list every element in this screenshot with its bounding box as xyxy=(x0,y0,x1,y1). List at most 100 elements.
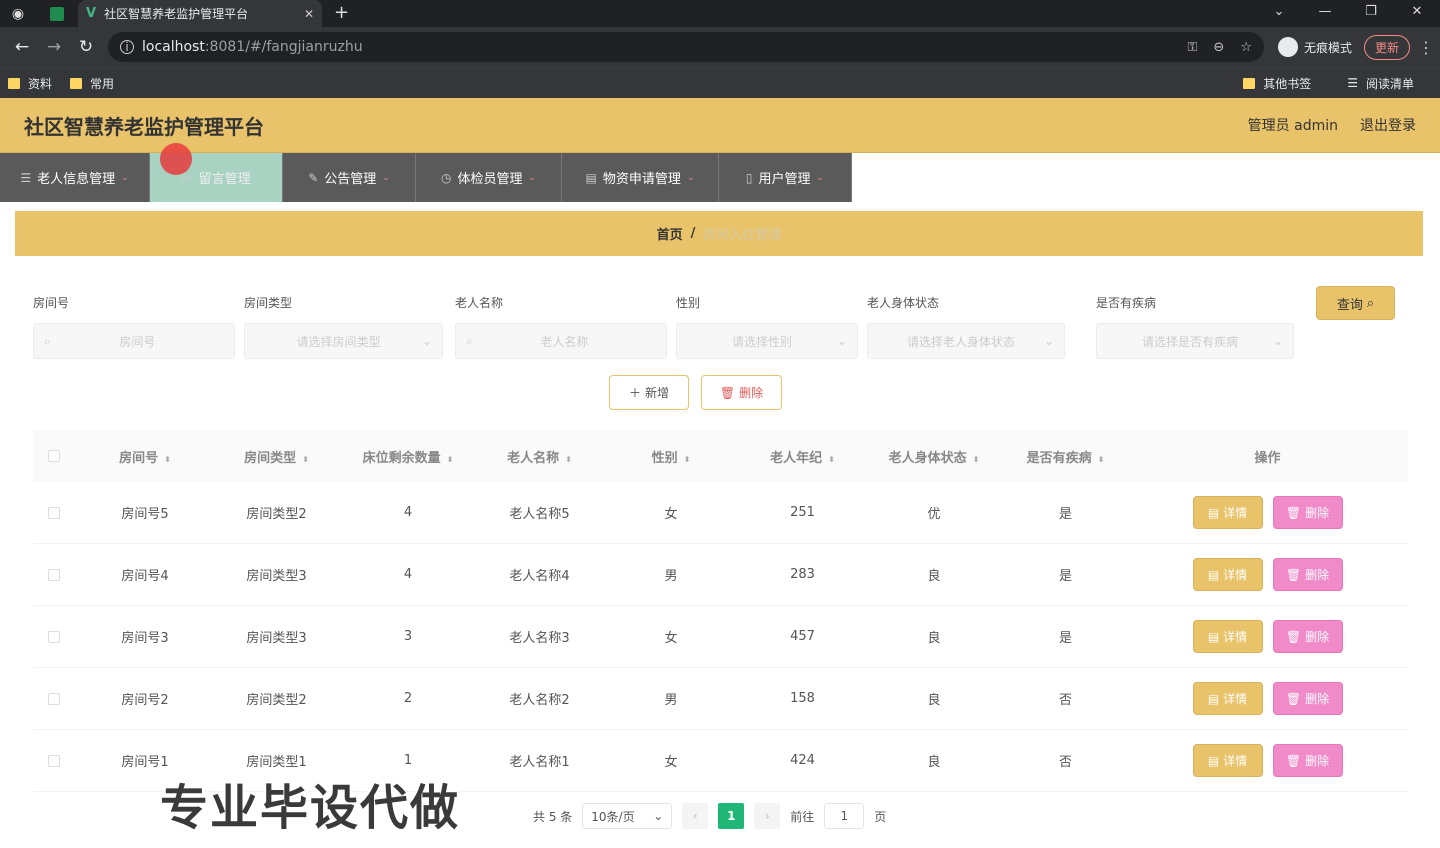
page-size-select[interactable]: 10条/页 ⌄ xyxy=(582,803,673,829)
globe-icon[interactable]: ◉ xyxy=(0,0,36,27)
detail-button[interactable]: ▤ 详情 xyxy=(1192,558,1263,591)
menu-announcements[interactable]: ✎ 公告管理 ⌄ xyxy=(283,153,416,202)
gender-filter: 性别 请选择性别 ⌄ xyxy=(676,294,858,359)
minimize-button[interactable]: — xyxy=(1302,0,1348,27)
row-delete-button[interactable]: 🗑 删除 xyxy=(1272,496,1343,529)
disease-select[interactable]: 请选择是否有疾病 ⌄ xyxy=(1096,323,1294,359)
bookmark-folder[interactable]: 资料 xyxy=(8,75,52,92)
info-icon[interactable]: i xyxy=(120,40,134,54)
header-cell[interactable]: 床位剩余数量 ⬍ xyxy=(338,447,478,466)
restore-button[interactable]: ❐ xyxy=(1348,0,1394,27)
breadcrumb-separator: / xyxy=(690,226,696,241)
row-delete-button[interactable]: 🗑 删除 xyxy=(1272,620,1343,653)
sort-icon[interactable]: ⬍ xyxy=(684,455,691,464)
header-cell[interactable]: 老人年纪 ⬍ xyxy=(741,447,864,466)
row-select-cell xyxy=(33,754,75,767)
menu-elderly-info[interactable]: ☰ 老人信息管理 ⌄ xyxy=(0,153,150,202)
room-type-select[interactable]: 请选择房间类型 ⌄ xyxy=(244,323,443,359)
detail-button[interactable]: ▤ 详情 xyxy=(1192,620,1263,653)
active-browser-tab[interactable]: V 社区智慧养老监护管理平台 ✕ xyxy=(78,0,322,27)
header-cell[interactable]: 是否有疾病 ⬍ xyxy=(1004,447,1127,466)
menu-examiners[interactable]: ◷ 体检员管理 ⌄ xyxy=(416,153,562,202)
reading-list[interactable]: ☰ 阅读清单 xyxy=(1347,75,1414,92)
header-cell[interactable]: 老人身体状态 ⬍ xyxy=(864,447,1004,466)
search-icon: ⌕ xyxy=(44,333,51,348)
row-actions: ▤ 详情 🗑 删除 xyxy=(1127,496,1408,529)
elder-name-input[interactable]: ⌕ 老人名称 xyxy=(455,323,667,359)
star-icon[interactable]: ☆ xyxy=(1240,40,1252,55)
table-cell: 男 xyxy=(664,693,678,708)
reload-button[interactable]: ↻ xyxy=(70,37,102,57)
top-menu: ☰ 老人信息管理 ⌄ ▭ 留言管理 ✎ 公告管理 ⌄ ◷ 体检员管理 ⌄ ▤ 物资申请管理 ⌄ ▯… xyxy=(0,153,1440,202)
next-page-button[interactable]: › xyxy=(754,803,781,829)
incognito-indicator[interactable]: 无痕模式 xyxy=(1277,37,1352,57)
bulk-delete-button[interactable]: 🗑 删除 xyxy=(701,375,782,410)
row-delete-button[interactable]: 🗑 删除 xyxy=(1272,682,1343,715)
bookmark-folder[interactable]: 常用 xyxy=(70,75,114,92)
chevron-down-icon: ⌄ xyxy=(836,334,847,348)
pinned-tab[interactable] xyxy=(36,0,78,27)
breadcrumb-home[interactable]: 首页 xyxy=(657,224,683,243)
document-icon: ▤ xyxy=(1207,567,1220,582)
sort-icon[interactable]: ⬍ xyxy=(1098,455,1105,464)
prev-page-button[interactable]: ‹ xyxy=(682,803,709,829)
query-button[interactable]: 查询 ⌕ xyxy=(1316,286,1395,320)
detail-button[interactable]: ▤ 详情 xyxy=(1192,682,1263,715)
row-checkbox[interactable] xyxy=(48,692,60,705)
table-cell: 良 xyxy=(927,569,941,584)
sort-icon[interactable]: ⬍ xyxy=(973,455,980,464)
row-checkbox[interactable] xyxy=(48,754,60,767)
chevron-down-icon: ⌄ xyxy=(653,809,664,823)
table-cell: 457 xyxy=(790,629,815,644)
goto-page-input[interactable]: 1 xyxy=(824,803,865,829)
row-checkbox[interactable] xyxy=(48,568,60,581)
detail-button[interactable]: ▤ 详情 xyxy=(1192,744,1263,777)
logout-link[interactable]: 退出登录 xyxy=(1360,115,1416,135)
select-all-checkbox[interactable] xyxy=(48,450,60,462)
header-cell[interactable]: 老人名称 ⬍ xyxy=(478,447,601,466)
menu-dots-icon[interactable]: ⋮ xyxy=(1418,38,1434,57)
header-cell[interactable]: 性别 ⬍ xyxy=(601,447,741,466)
key-icon[interactable]: ⚿ xyxy=(1188,40,1198,55)
gender-select[interactable]: 请选择性别 ⌄ xyxy=(676,323,858,359)
room-number-input[interactable]: ⌕ 房间号 xyxy=(33,323,235,359)
data-table: 房间号 ⬍ 房间类型 ⬍ 床位剩余数量 ⬍ 老人名称 ⬍ 性别 ⬍ 老人年纪 ⬍ 老人身体状… xyxy=(33,430,1408,792)
sort-icon[interactable]: ⬍ xyxy=(565,455,572,464)
row-checkbox[interactable] xyxy=(48,630,60,643)
url-field[interactable]: i localhost:8081/#/fangjianruzhu ⚿ ⊖ ☆ xyxy=(108,32,1264,62)
new-tab-button[interactable]: + xyxy=(334,0,349,27)
sort-icon[interactable]: ⬍ xyxy=(302,455,309,464)
bookmarks-bar: 资料 常用 其他书签 ☰ 阅读清单 xyxy=(0,67,1440,98)
tab-search-icon[interactable]: ⌄ xyxy=(1256,0,1302,27)
close-window-button[interactable]: ✕ xyxy=(1394,0,1440,27)
header-label: 老人年纪 xyxy=(770,450,823,466)
page-number[interactable]: 1 xyxy=(718,803,745,829)
add-button[interactable]: ＋ 新增 xyxy=(609,375,689,410)
breadcrumb: 首页 / 房间入住管理 xyxy=(15,211,1423,256)
bookmark-label: 其他书签 xyxy=(1263,76,1312,91)
table-cell: 4 xyxy=(403,567,413,582)
row-checkbox[interactable] xyxy=(48,506,60,519)
zoom-icon[interactable]: ⊖ xyxy=(1213,40,1224,55)
update-button[interactable]: 更新 xyxy=(1363,34,1410,60)
header-cell[interactable]: 房间号 ⬍ xyxy=(75,447,215,466)
row-delete-label: 删除 xyxy=(1305,754,1330,768)
menu-supplies[interactable]: ▤ 物资申请管理 ⌄ xyxy=(562,153,719,202)
row-delete-button[interactable]: 🗑 删除 xyxy=(1272,558,1343,591)
placeholder: 老人名称 xyxy=(540,334,589,349)
sort-icon[interactable]: ⬍ xyxy=(164,455,171,464)
forward-button[interactable]: → xyxy=(38,37,70,57)
back-button[interactable]: ← xyxy=(6,37,38,57)
delete-label: 删除 xyxy=(739,386,764,400)
document-icon: ▤ xyxy=(1207,753,1220,768)
search-icon: ⌕ xyxy=(466,333,473,348)
row-delete-button[interactable]: 🗑 删除 xyxy=(1272,744,1343,777)
other-bookmarks[interactable]: 其他书签 xyxy=(1243,75,1311,92)
health-status-select[interactable]: 请选择老人身体状态 ⌄ xyxy=(867,323,1065,359)
detail-button[interactable]: ▤ 详情 xyxy=(1192,496,1263,529)
sort-icon[interactable]: ⬍ xyxy=(447,455,454,464)
sort-icon[interactable]: ⬍ xyxy=(828,455,835,464)
header-cell[interactable]: 房间类型 ⬍ xyxy=(215,447,338,466)
menu-users[interactable]: ▯ 用户管理 ⌄ xyxy=(719,153,852,202)
close-tab-icon[interactable]: ✕ xyxy=(304,7,314,21)
